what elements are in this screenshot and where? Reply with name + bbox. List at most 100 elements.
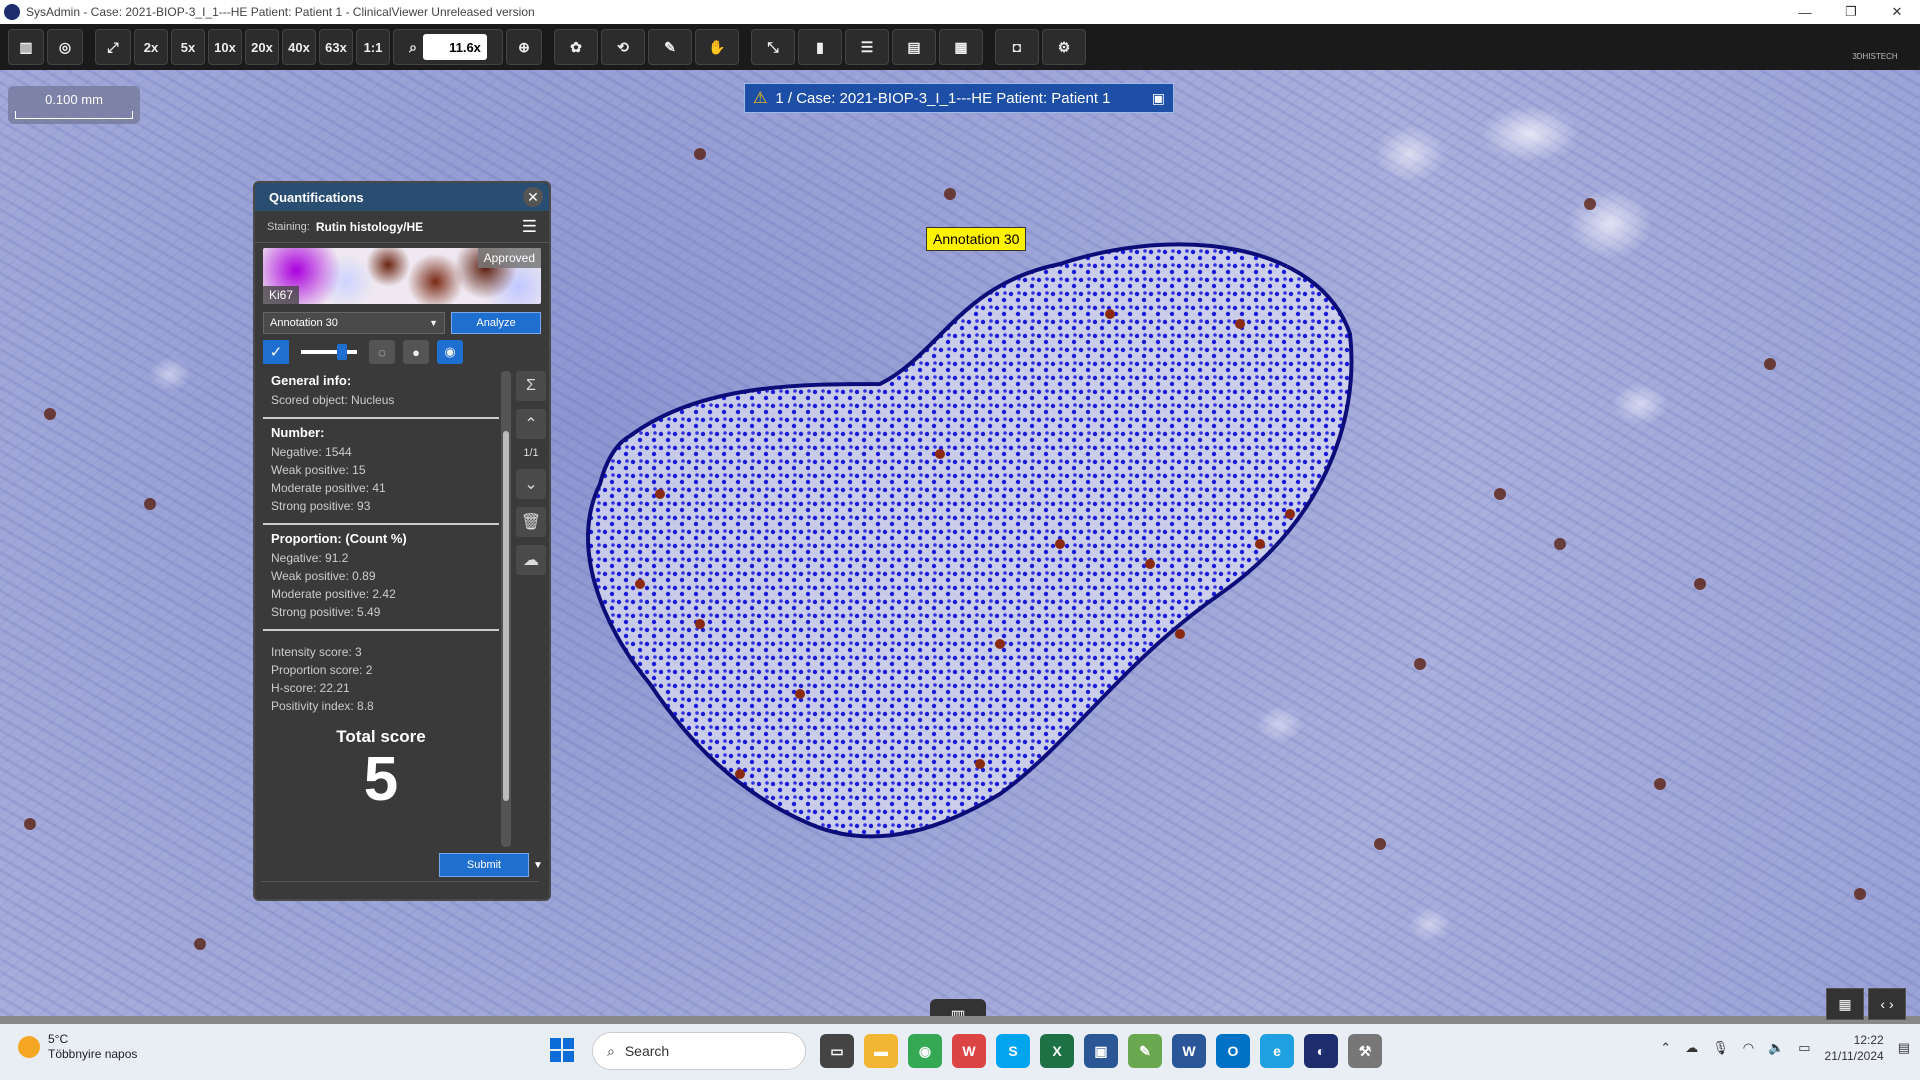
general-info-title: General info: <box>271 373 352 388</box>
page-indicator: 1/1 <box>523 447 539 459</box>
save-app-icon[interactable]: ▣ <box>1084 1034 1118 1068</box>
zoom-10x-button[interactable]: 10x <box>208 29 242 65</box>
notifications-icon[interactable]: ▤ <box>1898 1040 1910 1056</box>
slider-knob[interactable] <box>337 344 347 360</box>
positivity-index: Positivity index: 8.8 <box>271 699 374 713</box>
wifi-icon[interactable]: ◠ <box>1743 1040 1754 1056</box>
settings-help-icon[interactable]: ⚙ <box>1042 29 1086 65</box>
show-markers-checkbox[interactable]: ✓ <box>263 340 289 364</box>
clinicalviewer-icon[interactable]: ◐ <box>1304 1034 1338 1068</box>
file-explorer-icon[interactable]: ▬ <box>864 1034 898 1068</box>
brand-logo: 3DHISTECH <box>1852 52 1898 61</box>
barcode-icon[interactable]: ▥ <box>8 29 44 65</box>
analyze-button[interactable]: Analyze <box>451 312 541 334</box>
rotate-icon[interactable]: ⟲ <box>601 29 645 65</box>
layers-3d-icon[interactable]: ☰ <box>845 29 889 65</box>
case-banner-text: 1 / Case: 2021-BIOP-3_I_1---HE Patient: … <box>775 89 1111 107</box>
outline-icon[interactable]: ◌ <box>369 340 395 364</box>
number-negative: Negative: 1544 <box>271 445 352 459</box>
outlook-icon[interactable]: O <box>1216 1034 1250 1068</box>
excel-icon[interactable]: X <box>1040 1034 1074 1068</box>
draw-tool-icon[interactable]: ✎ <box>648 29 692 65</box>
zoom-5x-button[interactable]: 5x <box>171 29 205 65</box>
system-tray: ⌃ ☁ 🎙 ◠ 🔈 ▭ 12:22 21/11/2024 ▤ <box>1660 1032 1910 1064</box>
proportion-weak: Weak positive: 0.89 <box>271 569 376 583</box>
pan-hand-icon[interactable]: ✋ <box>695 29 739 65</box>
submit-options-icon[interactable]: ▼ <box>531 853 545 877</box>
weather-temp: 5°C <box>48 1032 69 1046</box>
marker-label: Ki67 <box>263 286 300 304</box>
clock[interactable]: 12:22 21/11/2024 <box>1825 1032 1884 1064</box>
chrome-icon[interactable]: ◉ <box>908 1034 942 1068</box>
onedrive-icon[interactable]: ☁ <box>1685 1040 1698 1056</box>
bottom-strip <box>0 1016 1920 1024</box>
taskbar-search[interactable]: ⌕ Search <box>592 1032 806 1070</box>
skype-icon[interactable]: S <box>996 1034 1030 1068</box>
proportion-moderate: Moderate positive: 2.42 <box>271 587 396 601</box>
outline-fill-icon[interactable]: ◉ <box>437 340 463 364</box>
submit-button[interactable]: Submit <box>439 853 529 877</box>
notepad-icon[interactable]: ✎ <box>1128 1034 1162 1068</box>
edge-icon[interactable]: e <box>1260 1034 1294 1068</box>
panel-icon[interactable]: ▤ <box>892 29 936 65</box>
volume-icon[interactable]: 🔈 <box>1768 1040 1784 1056</box>
total-score-title: Total score <box>336 727 426 746</box>
chevron-up-icon[interactable]: ⌃ <box>1660 1040 1671 1056</box>
weather-widget[interactable]: 5°C Többnyire napos <box>18 1032 137 1062</box>
opacity-slider[interactable] <box>301 344 357 360</box>
scale-bar-label: 0.100 mm <box>45 92 103 107</box>
zoom-in-icon[interactable]: ⊕ <box>506 29 542 65</box>
search-icon: ⌕ <box>607 1042 615 1059</box>
case-details-icon[interactable]: ▣ <box>1152 90 1165 107</box>
scrollbar-thumb[interactable] <box>503 431 509 801</box>
task-view-icon[interactable]: ▭ <box>820 1034 854 1068</box>
main-toolbar: ▥ ◎ ⤢ 2x 5x 10x 20x 40x 63x 1:1 ⌕ 11.6x … <box>0 24 1920 70</box>
zoom-63x-button[interactable]: 63x <box>319 29 353 65</box>
app-icon-red[interactable]: W <box>952 1034 986 1068</box>
marker-icon[interactable]: ▮ <box>798 29 842 65</box>
cloud-icon[interactable]: ☁ <box>516 545 546 575</box>
sum-icon[interactable]: Σ <box>516 371 546 401</box>
table-view-icon[interactable]: ▦ <box>1826 988 1864 1020</box>
fit-screen-icon[interactable]: ⤢ <box>95 29 131 65</box>
annotation-select-value: Annotation 30 <box>270 317 338 329</box>
measure-icon[interactable]: ⤡ <box>751 29 795 65</box>
annotation-label[interactable]: Annotation 30 <box>926 227 1027 251</box>
navigator-icon[interactable]: ◎ <box>47 29 83 65</box>
zoom-1-1-button[interactable]: 1:1 <box>356 29 390 65</box>
proportion-negative: Negative: 91.2 <box>271 551 349 565</box>
close-icon[interactable]: ✕ <box>523 187 543 207</box>
scale-ruler <box>15 111 133 119</box>
bottom-right-tools: ▦ ‹ › <box>1826 988 1906 1020</box>
grid-icon[interactable]: ▦ <box>939 29 983 65</box>
tool-app-icon[interactable]: ⚒ <box>1348 1034 1382 1068</box>
annotation-select[interactable]: Annotation 30 ▼ <box>263 312 445 334</box>
zoom-20x-button[interactable]: 20x <box>245 29 279 65</box>
color-channels-icon[interactable]: ✿ <box>554 29 598 65</box>
staining-value: Rutin histology/HE <box>315 219 424 234</box>
number-moderate: Moderate positive: 41 <box>271 481 386 495</box>
staining-row: Staining: Rutin histology/HE ☰ <box>255 211 549 243</box>
microphone-icon[interactable]: 🎙 <box>1712 1040 1729 1056</box>
zoom-field[interactable]: 11.6x <box>422 34 487 60</box>
minimize-button[interactable]: — <box>1782 0 1828 24</box>
maximize-button[interactable]: ❐ <box>1828 0 1874 24</box>
slide-viewer[interactable]: ▥ ◎ ⤢ 2x 5x 10x 20x 40x 63x 1:1 ⌕ 11.6x … <box>0 24 1920 1024</box>
battery-icon[interactable]: ▭ <box>1798 1040 1810 1056</box>
page-down-icon[interactable]: ⌄ <box>516 469 546 499</box>
results-scrollbar[interactable] <box>501 371 511 847</box>
weather-icon <box>18 1036 40 1058</box>
search-icon: ⌕ <box>409 38 417 55</box>
zoom-input-group: ⌕ 11.6x <box>393 29 503 65</box>
start-icon[interactable] <box>550 1038 574 1062</box>
prev-next-icon[interactable]: ‹ › <box>1868 988 1906 1020</box>
delete-icon[interactable]: 🗑 <box>516 507 546 537</box>
word-icon[interactable]: W <box>1172 1034 1206 1068</box>
menu-icon[interactable]: ☰ <box>522 217 537 237</box>
zoom-40x-button[interactable]: 40x <box>282 29 316 65</box>
zoom-2x-button[interactable]: 2x <box>134 29 168 65</box>
page-up-icon[interactable]: ⌃ <box>516 409 546 439</box>
fill-icon[interactable]: ● <box>403 340 429 364</box>
camera-icon[interactable]: ◘ <box>995 29 1039 65</box>
close-window-button[interactable]: ✕ <box>1874 0 1920 24</box>
